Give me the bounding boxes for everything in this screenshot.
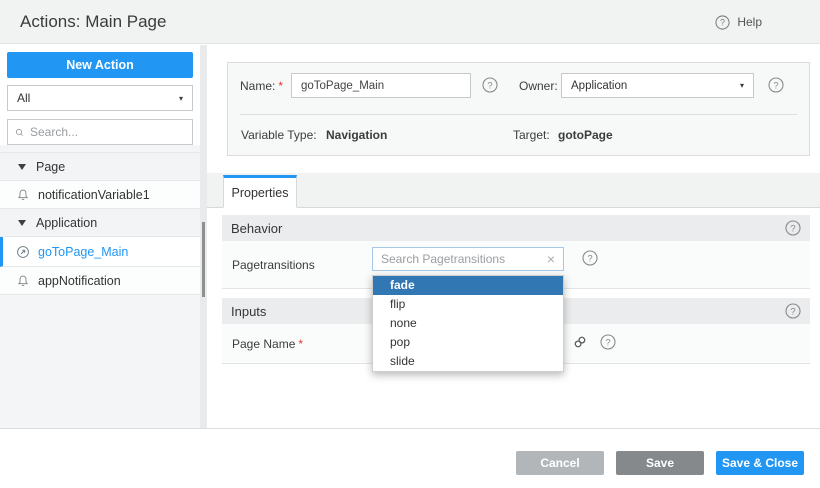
dropdown-option-flip[interactable]: flip	[373, 295, 563, 314]
tree-group-application[interactable]: Application	[0, 209, 200, 237]
pagetransitions-label: Pagetransitions	[232, 258, 315, 272]
search-icon	[15, 126, 24, 139]
tree-item-appnotification[interactable]: appNotification	[0, 267, 200, 295]
target-value: gotoPage	[558, 128, 613, 142]
save-and-close-button[interactable]: Save & Close	[716, 451, 804, 475]
sidebar-search-input[interactable]	[30, 125, 185, 139]
variable-type-value: Navigation	[326, 128, 387, 142]
svg-text:?: ?	[487, 80, 492, 91]
help-icon[interactable]: ?	[482, 77, 498, 93]
help-button[interactable]: ? Help	[715, 0, 762, 44]
action-tree: Page notificationVariable1 Application g…	[0, 152, 200, 295]
svg-text:?: ?	[605, 337, 610, 348]
svg-text:?: ?	[773, 80, 778, 91]
tab-properties[interactable]: Properties	[223, 175, 297, 208]
goto-icon	[16, 245, 30, 259]
name-input[interactable]	[291, 73, 471, 98]
tree-item-notificationvariable1[interactable]: notificationVariable1	[0, 181, 200, 209]
tree-item-gotopage-main[interactable]: goToPage_Main	[0, 237, 200, 267]
svg-text:?: ?	[790, 306, 795, 317]
main-panel: Name:* ? Owner:* Application ▾ ? Variabl…	[207, 45, 820, 428]
owner-select-value: Application	[571, 80, 627, 92]
owner-label: Owner:*	[519, 79, 565, 93]
clear-icon[interactable]: ×	[547, 252, 555, 266]
filter-select-value: All	[17, 91, 30, 105]
link-icon[interactable]	[572, 334, 588, 350]
help-icon[interactable]: ?	[715, 15, 730, 30]
required-marker: *	[298, 337, 303, 351]
help-icon[interactable]: ?	[785, 220, 801, 236]
dropdown-option-fade[interactable]: fade	[373, 276, 563, 295]
sidebar: New Action All ▾ Page notificationVariab…	[0, 45, 200, 428]
owner-select[interactable]: Application ▾	[561, 73, 754, 98]
bell-icon	[16, 274, 30, 288]
help-icon[interactable]: ?	[768, 77, 784, 93]
svg-text:?: ?	[587, 253, 592, 264]
new-action-button[interactable]: New Action	[7, 52, 193, 78]
dropdown-option-none[interactable]: none	[373, 314, 563, 333]
variable-type-label: Variable Type:	[241, 128, 317, 142]
dropdown-option-pop[interactable]: pop	[373, 333, 563, 352]
help-icon[interactable]: ?	[582, 250, 598, 266]
caret-down-icon[interactable]	[18, 164, 26, 170]
help-icon[interactable]: ?	[600, 334, 616, 350]
scrollbar-thumb[interactable]	[202, 222, 205, 297]
pagetransitions-search-box[interactable]: ×	[372, 247, 564, 271]
pagetransitions-dropdown: fade flip none pop slide	[372, 275, 564, 372]
help-label: Help	[737, 15, 762, 29]
filter-select[interactable]: All ▾	[7, 85, 193, 111]
app-header: Actions: Main Page ? Help	[0, 0, 820, 44]
save-button[interactable]: Save	[616, 451, 704, 475]
chevron-down-icon: ▾	[740, 81, 744, 90]
behavior-section-header: Behavior ?	[222, 215, 810, 241]
pane-scrollbar[interactable]	[200, 45, 207, 428]
caret-down-icon[interactable]	[18, 220, 26, 226]
svg-text:?: ?	[790, 223, 795, 234]
footer-bar: Cancel Save Save & Close	[0, 428, 820, 488]
chevron-down-icon: ▾	[179, 94, 183, 103]
action-summary-panel: Name:* ? Owner:* Application ▾ ? Variabl…	[227, 62, 810, 156]
page-title: Actions: Main Page	[20, 0, 166, 44]
required-marker: *	[278, 79, 283, 93]
sidebar-search-box[interactable]	[7, 119, 193, 145]
svg-text:?: ?	[720, 17, 725, 27]
bell-icon	[16, 188, 30, 202]
tree-group-page[interactable]: Page	[0, 153, 200, 181]
page-name-label: Page Name*	[232, 337, 303, 351]
dropdown-option-slide[interactable]: slide	[373, 352, 563, 371]
help-icon[interactable]: ?	[785, 303, 801, 319]
name-label: Name:*	[240, 79, 283, 93]
cancel-button[interactable]: Cancel	[516, 451, 604, 475]
divider	[240, 114, 797, 115]
target-label: Target:	[513, 128, 550, 142]
pagetransitions-search-input[interactable]	[381, 252, 541, 266]
tab-strip: Properties	[207, 173, 820, 208]
